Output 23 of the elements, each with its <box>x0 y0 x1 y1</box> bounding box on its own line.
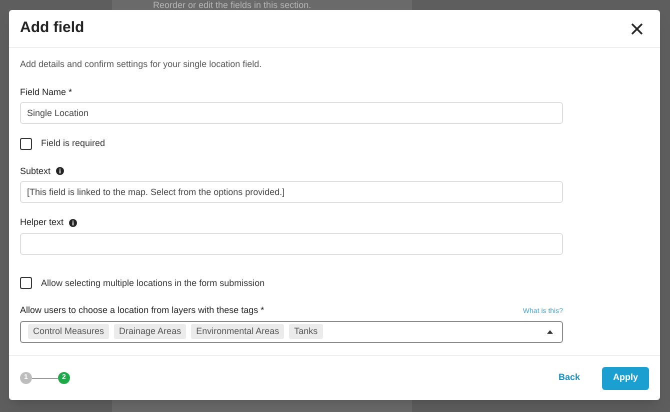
field-label: Field Name * <box>20 86 72 98</box>
checkbox[interactable] <box>20 138 32 150</box>
back-button[interactable]: Back <box>558 371 580 385</box>
field-label: Allow users to choose a location from layers with these tags * <box>20 304 264 317</box>
tag-select[interactable]: Control Measures Drainage Areas Environmental Areas Tanks <box>20 320 563 342</box>
field-label: Helper text <box>20 216 64 229</box>
checkbox[interactable] <box>20 277 32 290</box>
checkbox-label: Allow selecting multiple locations in the form submission <box>41 276 265 290</box>
text-field[interactable]: [This field is linked to the map. Select from the options provided.] <box>20 181 563 203</box>
dialog-description: Add details and confirm settings for your single location field. <box>20 58 263 71</box>
text-field[interactable]: Single Location <box>20 102 563 124</box>
background-text: Reorder or edit the fields in this section. <box>153 0 312 11</box>
tag-chip: Tanks <box>289 324 323 340</box>
checkbox-label: Field is required <box>41 137 106 150</box>
tag-chip: Control Measures <box>28 324 110 340</box>
close-icon[interactable] <box>630 22 644 36</box>
field-label: Subtext <box>20 164 51 178</box>
info-icon[interactable] <box>68 218 77 227</box>
info-icon[interactable] <box>56 167 64 176</box>
tag-chip: Environmental Areas <box>191 324 284 340</box>
tag-chip: Drainage Areas <box>114 324 186 340</box>
dialog-title: Add field <box>20 18 84 38</box>
text-field[interactable] <box>20 232 563 254</box>
